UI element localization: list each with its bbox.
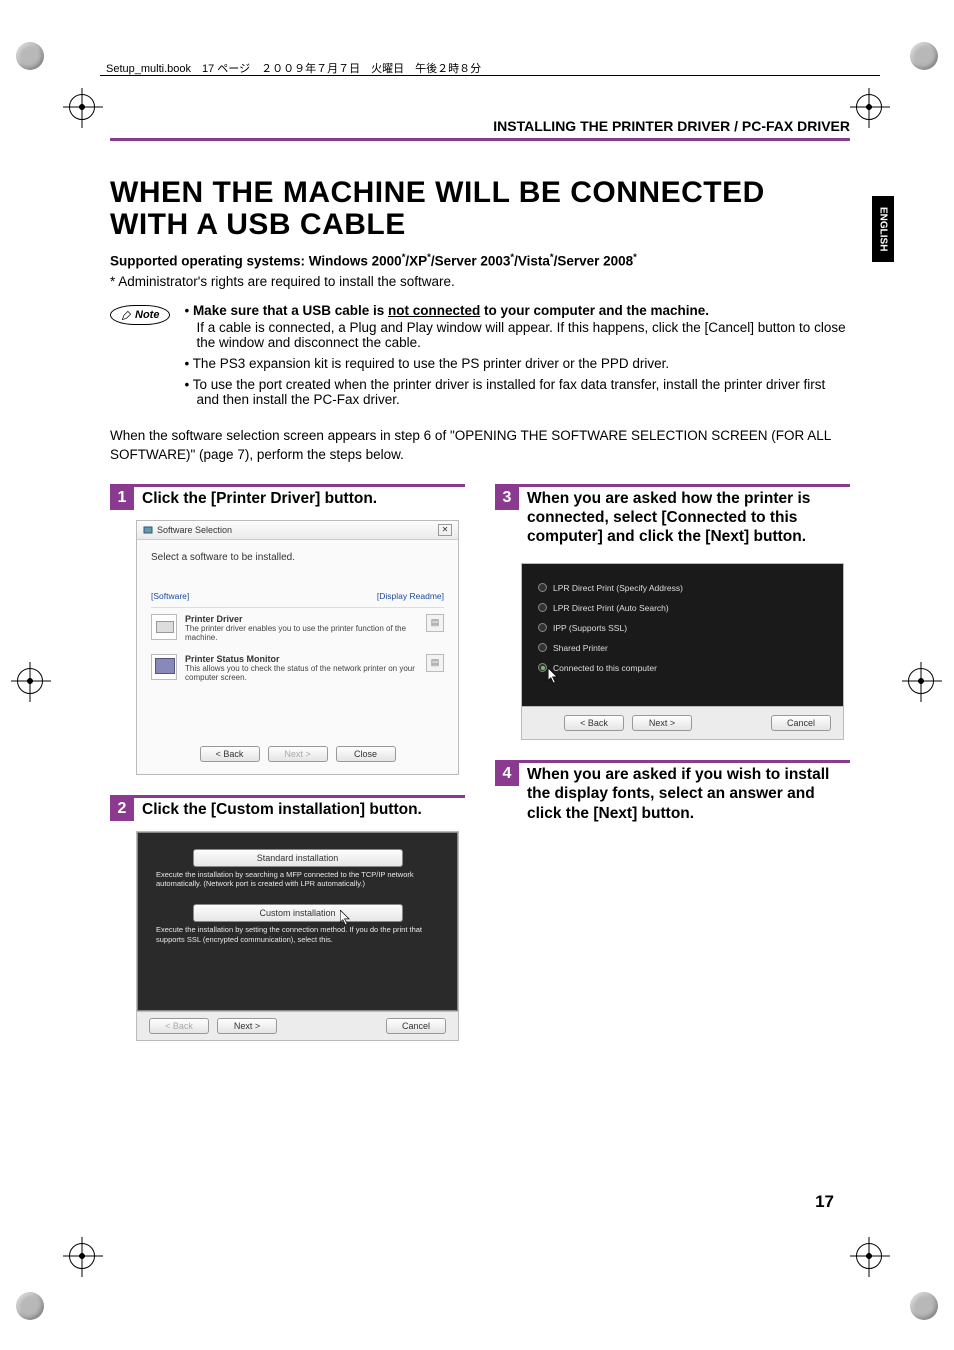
info-button[interactable]: ▤	[426, 614, 444, 632]
step-number: 2	[110, 797, 134, 821]
registration-dot	[16, 1292, 44, 1320]
cancel-button[interactable]: Cancel	[386, 1018, 446, 1034]
registration-dot	[910, 1292, 938, 1320]
radio-selected-icon	[538, 663, 547, 672]
cancel-button[interactable]: Cancel	[771, 715, 831, 731]
registration-dot	[910, 42, 938, 70]
supported-os: Supported operating systems: Windows 200…	[110, 252, 850, 269]
radio-ipp[interactable]: IPP (Supports SSL)	[536, 618, 829, 638]
radio-lpr-auto[interactable]: LPR Direct Print (Auto Search)	[536, 598, 829, 618]
intro-text: When the software selection screen appea…	[110, 427, 850, 463]
note-item: Make sure that a USB cable is not connec…	[184, 303, 850, 318]
back-button[interactable]: < Back	[200, 746, 260, 762]
radio-shared[interactable]: Shared Printer	[536, 638, 829, 658]
note-item: To use the port created when the printer…	[184, 377, 850, 407]
section-underline	[110, 138, 850, 141]
app-icon	[143, 525, 153, 535]
pencil-icon	[121, 310, 132, 321]
note-item: The PS3 expansion kit is required to use…	[184, 356, 850, 371]
connection-method-dialog: LPR Direct Print (Specify Address) LPR D…	[521, 563, 844, 740]
back-button[interactable]: < Back	[149, 1018, 209, 1034]
next-button[interactable]: Next >	[268, 746, 328, 762]
step-4: 4 When you are asked if you wish to inst…	[495, 760, 850, 823]
software-item-status-monitor[interactable]: Printer Status Monitor This allows you t…	[151, 648, 444, 688]
custom-install-desc: Execute the installation by setting the …	[138, 925, 457, 954]
registration-target	[69, 94, 95, 120]
item-desc: This allows you to check the status of t…	[185, 664, 418, 682]
registration-target	[17, 668, 43, 694]
registration-target	[908, 668, 934, 694]
software-selection-dialog: Software Selection ✕ Select a software t…	[136, 520, 459, 775]
next-button[interactable]: Next >	[632, 715, 692, 731]
note-badge: Note	[110, 305, 170, 325]
item-title: Printer Driver	[185, 614, 418, 624]
section-header: INSTALLING THE PRINTER DRIVER / PC-FAX D…	[110, 118, 850, 138]
item-title: Printer Status Monitor	[185, 654, 418, 664]
monitor-icon	[151, 654, 177, 680]
step-title: Click the [Printer Driver] button.	[142, 489, 465, 508]
close-button[interactable]: ✕	[438, 524, 452, 536]
step-number: 3	[495, 486, 519, 510]
step-title: When you are asked if you wish to instal…	[527, 765, 850, 823]
page-title: WHEN THE MACHINE WILL BE CONNECTED WITH …	[110, 177, 850, 242]
step-title: Click the [Custom installation] button.	[142, 800, 465, 819]
language-tab: ENGLISH	[872, 196, 894, 262]
note-sub: If a cable is connected, a Plug and Play…	[184, 320, 850, 350]
registration-target	[856, 94, 882, 120]
step-title: When you are asked how the printer is co…	[527, 489, 850, 547]
standard-install-button[interactable]: Standard installation	[193, 849, 403, 867]
radio-connected-computer[interactable]: Connected to this computer	[536, 658, 829, 678]
admin-note: * Administrator's rights are required to…	[110, 274, 850, 289]
info-button[interactable]: ▤	[426, 654, 444, 672]
back-button[interactable]: < Back	[564, 715, 624, 731]
standard-install-desc: Execute the installation by searching a …	[138, 870, 457, 899]
page-number: 17	[815, 1192, 834, 1212]
step-number: 1	[110, 486, 134, 510]
close-button[interactable]: Close	[336, 746, 396, 762]
printer-icon	[151, 614, 177, 640]
step-1: 1 Click the [Printer Driver] button. Sof…	[110, 484, 465, 775]
radio-lpr-specify[interactable]: LPR Direct Print (Specify Address)	[536, 578, 829, 598]
registration-target	[856, 1243, 882, 1269]
software-link[interactable]: [Software]	[151, 591, 189, 601]
step-number: 4	[495, 762, 519, 786]
step-2: 2 Click the [Custom installation] button…	[110, 795, 465, 1042]
readme-link[interactable]: [Display Readme]	[377, 591, 444, 601]
note-bullets: Make sure that a USB cable is not connec…	[184, 303, 850, 413]
software-item-printer-driver[interactable]: Printer Driver The printer driver enable…	[151, 608, 444, 648]
step-3: 3 When you are asked how the printer is …	[495, 484, 850, 740]
registration-dot	[16, 42, 44, 70]
next-button[interactable]: Next >	[217, 1018, 277, 1034]
header-marker: Setup_multi.book 17 ページ ２００９年７月７日 火曜日 午後…	[106, 60, 481, 76]
dialog-prompt: Select a software to be installed.	[151, 552, 444, 563]
custom-install-button[interactable]: Custom installation	[193, 904, 403, 922]
registration-target	[69, 1243, 95, 1269]
dialog-titlebar: Software Selection ✕	[137, 521, 458, 540]
item-desc: The printer driver enables you to use th…	[185, 624, 418, 642]
installation-type-dialog: Standard installation Execute the instal…	[136, 831, 459, 1042]
